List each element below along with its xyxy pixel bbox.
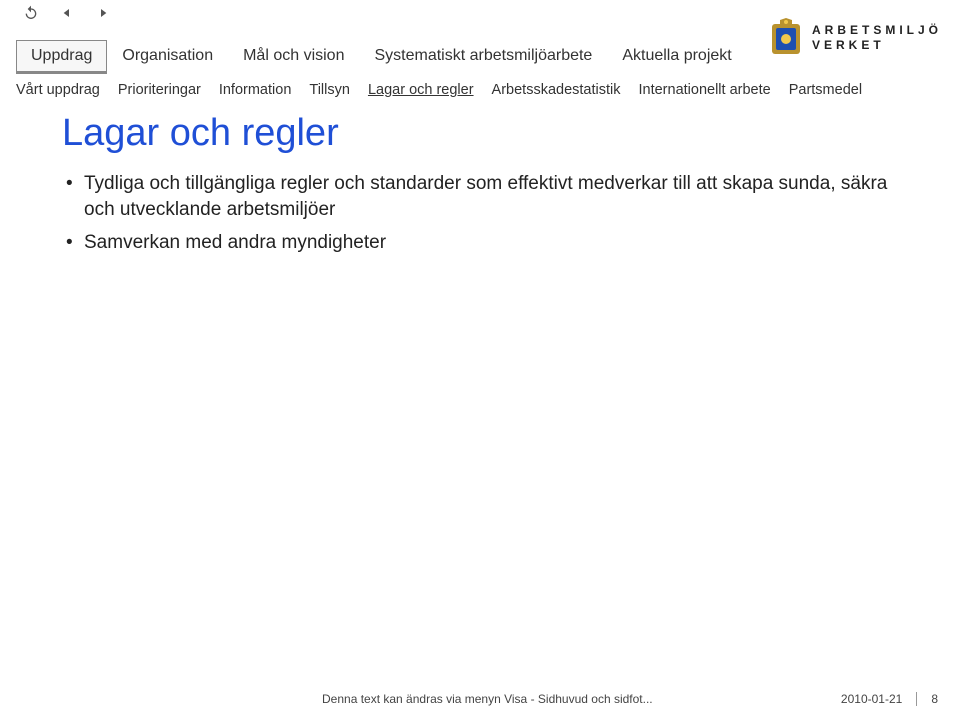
- footer-separator: [916, 692, 917, 706]
- primary-tabs: Uppdrag Organisation Mål och vision Syst…: [16, 40, 747, 74]
- footer: Denna text kan ändras via menyn Visa - S…: [0, 692, 960, 706]
- logo-line2: VERKET: [812, 38, 942, 53]
- prev-icon[interactable]: [58, 4, 76, 22]
- page-title: Lagar och regler: [62, 112, 920, 155]
- secondary-tabs: Vårt uppdrag Prioriteringar Information …: [16, 82, 862, 99]
- tab-uppdrag[interactable]: Uppdrag: [16, 40, 107, 74]
- bullet-item: Samverkan med andra myndigheter: [66, 230, 920, 256]
- subtab-vart-uppdrag[interactable]: Vårt uppdrag: [16, 82, 100, 99]
- next-icon[interactable]: [94, 4, 112, 22]
- subtab-prioriteringar[interactable]: Prioriteringar: [118, 82, 201, 99]
- subtab-information[interactable]: Information: [219, 82, 292, 99]
- subtab-internationellt[interactable]: Internationellt arbete: [639, 82, 771, 99]
- footer-page-number: 8: [931, 692, 938, 706]
- subtab-tillsyn[interactable]: Tillsyn: [309, 82, 350, 99]
- logo-line1: ARBETSMILJÖ: [812, 23, 942, 38]
- logo-emblem-icon: [770, 18, 802, 58]
- toolbar: [22, 4, 112, 22]
- undo-icon[interactable]: [22, 4, 40, 22]
- slide: Uppdrag Organisation Mål och vision Syst…: [0, 0, 960, 720]
- tab-systematiskt[interactable]: Systematiskt arbetsmiljöarbete: [359, 40, 607, 74]
- footer-note: Denna text kan ändras via menyn Visa - S…: [322, 692, 653, 706]
- subtab-arbetsskadestatistik[interactable]: Arbetsskadestatistik: [492, 82, 621, 99]
- tab-mal-och-vision[interactable]: Mål och vision: [228, 40, 359, 74]
- tab-organisation[interactable]: Organisation: [107, 40, 228, 74]
- subtab-partsmedel[interactable]: Partsmedel: [789, 82, 862, 99]
- logo: ARBETSMILJÖ VERKET: [770, 18, 942, 58]
- tab-aktuella-projekt[interactable]: Aktuella projekt: [607, 40, 746, 74]
- footer-date: 2010-01-21: [841, 692, 902, 706]
- logo-text: ARBETSMILJÖ VERKET: [812, 23, 942, 53]
- content: Lagar och regler Tydliga och tillgänglig…: [62, 112, 920, 264]
- bullet-list: Tydliga och tillgängliga regler och stan…: [62, 171, 920, 256]
- bullet-item: Tydliga och tillgängliga regler och stan…: [66, 171, 920, 222]
- subtab-lagar-och-regler[interactable]: Lagar och regler: [368, 82, 474, 99]
